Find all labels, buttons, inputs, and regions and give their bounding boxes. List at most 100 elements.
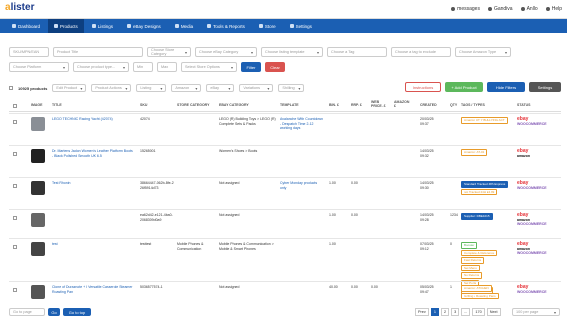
tag-badge[interactable]: Amazon: ATCHEN (461, 285, 492, 292)
filter-button[interactable]: Filter (241, 62, 261, 72)
tag-badge[interactable]: No Returns (461, 272, 483, 279)
product-actions-select[interactable]: Product Actions (91, 84, 132, 92)
product-thumbnail[interactable] (31, 149, 45, 163)
tab-tools-reports[interactable]: Tools & Reports (201, 19, 251, 33)
tab-ebay-designs[interactable]: eBay Designs (121, 19, 167, 33)
role-menu[interactable]: Anllo (520, 6, 538, 12)
product-thumbnail[interactable] (31, 181, 45, 195)
instructions-button[interactable]: Instructions (405, 82, 441, 92)
tab-listings[interactable]: Listings (86, 19, 119, 33)
go-to-top-button[interactable]: Go to top (63, 308, 91, 316)
amazon-actions-select[interactable]: Amazon (171, 84, 202, 92)
select-all-checkbox[interactable] (9, 86, 13, 90)
quantity[interactable]: 1 (450, 285, 452, 290)
title-filter[interactable]: Product Title (53, 47, 143, 57)
store-options-select[interactable]: Select Store Options (181, 62, 237, 72)
row-checkbox[interactable] (13, 245, 17, 249)
col-title[interactable]: TITLE (52, 103, 62, 113)
settings-button[interactable]: Settings (529, 82, 561, 92)
bin-price[interactable]: 1.00 (329, 181, 336, 186)
prev-button[interactable]: Prev (415, 308, 429, 316)
clear-button[interactable]: Clear (265, 62, 285, 72)
per-page-select[interactable]: 100 per page (512, 308, 560, 316)
template-select[interactable]: Choose listing template (261, 47, 323, 57)
product-title[interactable]: Dr. Martens Jadon Women's Leather Platfo… (52, 149, 134, 158)
table-row[interactable]: test testtest Mobile Phones & Communicat… (9, 238, 561, 294)
tab-products[interactable]: Products (48, 19, 84, 33)
tag-badge[interactable]: Amazon: AT-01 (461, 149, 488, 156)
tag-badge[interactable]: Complete & Reference (461, 249, 498, 256)
tag-badge[interactable]: Booster (461, 242, 478, 249)
page-3[interactable]: 3 (451, 308, 460, 316)
sku-filter[interactable]: SKU/MPN/EAN (9, 47, 49, 57)
messages-link[interactable]: messages (451, 6, 480, 12)
col-amazon[interactable]: AMAZON £ (394, 100, 410, 110)
tab-store[interactable]: Store (253, 19, 282, 33)
product-title[interactable]: LEGO TECHNIC Racing Yacht (42074) (52, 117, 134, 122)
product-thumbnail[interactable] (31, 117, 45, 131)
page-1[interactable]: 1 (430, 308, 439, 316)
tag-badge[interactable]: Fast Returns (461, 257, 485, 264)
go-to-page-input[interactable]: Go to page (9, 308, 45, 316)
listing-template[interactable]: Cyber Monday products only (280, 181, 324, 190)
row-checkbox[interactable] (13, 184, 17, 188)
product-thumbnail[interactable] (31, 213, 45, 227)
table-row[interactable]: LEGO TECHNIC Racing Yacht (42074) 42074 … (9, 113, 561, 145)
hide-filters-button[interactable]: Hide Filters (487, 82, 525, 92)
ebay-category-select[interactable]: Choose eBay Category (195, 47, 257, 57)
rrp-price[interactable]: 0.00 (351, 285, 358, 290)
tag-badge[interactable]: not Tracked 24H £4.99 (461, 188, 498, 195)
tag-badge[interactable]: Supplier: DBE1015 (461, 213, 493, 220)
tag-badge[interactable]: Standard Tracked 48h Express (461, 181, 509, 188)
go-button[interactable]: Go (48, 308, 60, 316)
variations-select[interactable]: Variations (239, 84, 274, 92)
tag-badge[interactable]: Amazon UT Y BULLYING ACT (461, 117, 508, 124)
exclude-tag-select[interactable]: Choose a tag to exclude (391, 47, 451, 57)
product-thumbnail[interactable] (31, 242, 45, 256)
add-product-button[interactable]: + Add Product (445, 82, 483, 92)
shilling-select[interactable]: Shilling (278, 84, 305, 92)
row-checkbox[interactable] (13, 288, 17, 292)
row-checkbox[interactable] (13, 120, 17, 124)
row-checkbox[interactable] (13, 152, 17, 156)
rrp-price[interactable]: 0.00 (351, 213, 358, 218)
bulk-edit-select[interactable]: Edit Product (52, 84, 87, 92)
col-bin[interactable]: BIN. £ (329, 103, 339, 113)
rrp-price[interactable]: 0.00 (351, 181, 358, 186)
col-web-price[interactable]: WEB PRICE. £ (371, 100, 387, 110)
platform-select[interactable]: Choose Platform (9, 62, 69, 72)
tag-select[interactable]: Choose a Tag (327, 47, 387, 57)
row-checkbox[interactable] (13, 216, 17, 220)
product-type-select[interactable]: Choose product type... (73, 62, 129, 72)
page-last[interactable]: 170 (472, 308, 485, 316)
product-title[interactable]: test (52, 242, 134, 247)
table-row[interactable]: ea62d42-e121-4ba0-2068309d0a9 Not assign… (9, 209, 561, 238)
tag-badge[interactable]: Set Menu (461, 264, 480, 271)
min-price-input[interactable]: Min (133, 62, 153, 72)
table-row[interactable]: Dr. Martens Jadon Women's Leather Platfo… (9, 145, 561, 177)
ebay-actions-select[interactable]: eBay (206, 84, 235, 92)
page-2[interactable]: 2 (440, 308, 450, 316)
product-title[interactable]: Clone of Duraznote + I Versatile Cassero… (52, 285, 134, 294)
web-price[interactable]: 0.00 (371, 285, 378, 290)
table-row[interactable]: Test Rhonin 38664447-062b-8fe-226f5914d7… (9, 177, 561, 209)
quantity[interactable]: 1234 (450, 213, 458, 218)
next-button[interactable]: Next (486, 308, 501, 316)
tag-badge[interactable]: Grilling • Roasting Pans (461, 292, 499, 299)
user-menu[interactable]: Gandiva (487, 6, 513, 12)
col-qty[interactable]: QTY (450, 103, 457, 113)
amazon-type-select[interactable]: Choose Amazon Type (455, 47, 511, 57)
product-title[interactable]: Test Rhonin (52, 181, 134, 186)
store-category-select[interactable]: Choose Store Category (147, 47, 191, 57)
col-sku[interactable]: SKU (140, 103, 147, 113)
listing-actions-select[interactable]: Listing (136, 84, 167, 92)
bin-price[interactable]: 40.00 (329, 285, 338, 290)
tab-dashboard[interactable]: Dashboard (6, 19, 46, 33)
tab-media[interactable]: Media (169, 19, 199, 33)
header-checkbox[interactable] (13, 104, 17, 108)
col-rrp[interactable]: RRP. £ (351, 103, 362, 113)
col-created[interactable]: CREATED (420, 103, 437, 113)
listing-template[interactable]: Avalanche With Countdown - Despatch Time… (280, 117, 324, 131)
logo[interactable]: alister (5, 2, 34, 13)
product-thumbnail[interactable] (31, 285, 45, 299)
